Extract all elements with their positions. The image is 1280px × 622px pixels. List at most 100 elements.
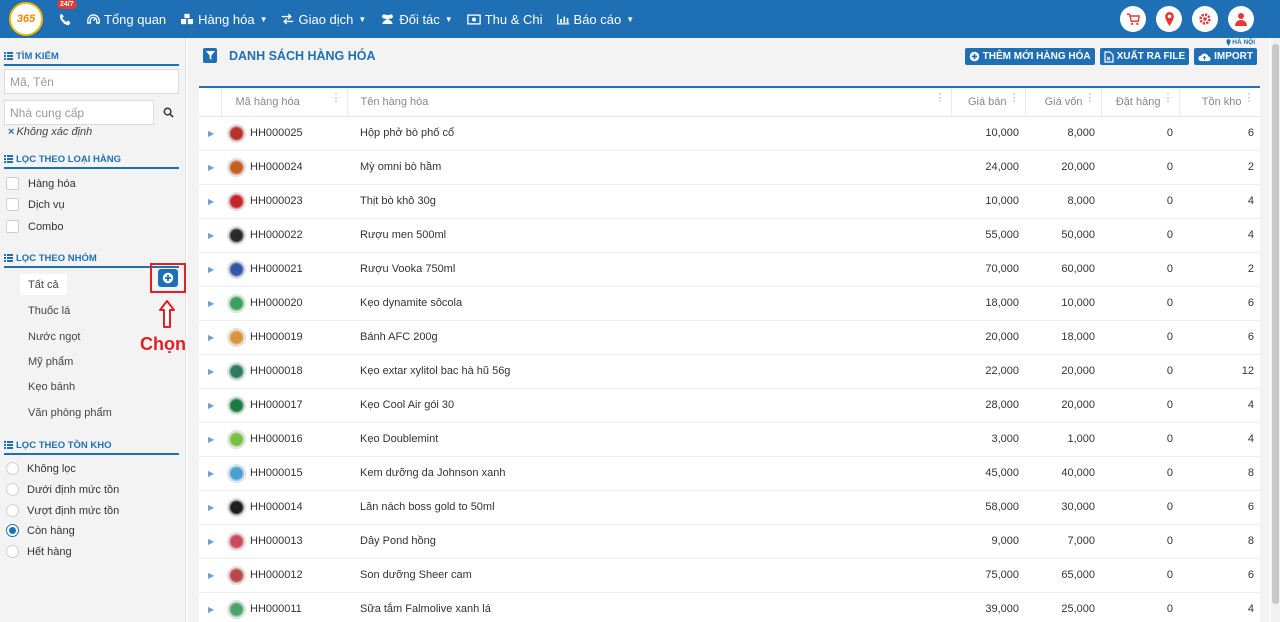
- cart-icon: [1126, 13, 1140, 25]
- column-menu-icon[interactable]: ⋮: [935, 93, 946, 104]
- expand-row-icon[interactable]: ▶: [199, 184, 221, 219]
- settings-button[interactable]: [1192, 6, 1218, 32]
- table-row[interactable]: ▶ HH000022 Rượu men 500ml 55,000 50,000 0 4: [199, 218, 1260, 253]
- nav-partners[interactable]: Đối tác ▼: [374, 0, 460, 38]
- table-row[interactable]: ▶ HH000015 Kem dưỡng da Johnson xanh 45,000…: [199, 456, 1260, 491]
- column-header-price[interactable]: Giá bán ⋮: [951, 88, 1026, 117]
- expand-row-icon[interactable]: ▶: [199, 354, 221, 389]
- sale-price: 22,000: [951, 354, 1025, 389]
- group-item-soft-drinks[interactable]: Nước ngọt: [20, 326, 89, 347]
- type-checkbox-goods[interactable]: Hàng hóa: [6, 177, 76, 190]
- toggle-filter-button[interactable]: [203, 48, 217, 63]
- column-header-ordered[interactable]: Đặt hàng ⋮: [1101, 88, 1180, 117]
- import-button[interactable]: IMPORT: [1194, 48, 1257, 65]
- expand-row-icon[interactable]: ▶: [199, 422, 221, 457]
- expand-row-icon[interactable]: ▶: [199, 150, 221, 185]
- cart-button[interactable]: [1120, 6, 1146, 32]
- table-row[interactable]: ▶ HH000011 Sữa tắm Falmolive xanh lá 39,000…: [199, 592, 1260, 622]
- code-cell: HH000017: [221, 388, 347, 423]
- product-code: HH000012: [250, 569, 303, 581]
- sale-price: 10,000: [951, 116, 1025, 151]
- group-item-candy[interactable]: Kẹo bánh: [20, 376, 83, 397]
- expand-row-icon[interactable]: ▶: [199, 592, 221, 622]
- group-item-cosmetics[interactable]: Mỹ phẩm: [20, 351, 81, 372]
- stock-filter-title: LỌC THEO TỒN KHO: [4, 437, 179, 455]
- type-checkbox-combo[interactable]: Combo: [6, 220, 63, 233]
- nav-cashflow[interactable]: Thu & Chi: [461, 0, 551, 38]
- column-menu-icon[interactable]: ⋮: [331, 93, 342, 104]
- table-row[interactable]: ▶ HH000019 Bánh AFC 200g 20,000 18,000 0 6: [199, 320, 1260, 355]
- column-header-cost[interactable]: Giá vốn ⋮: [1025, 88, 1102, 117]
- expand-row-icon[interactable]: ▶: [199, 116, 221, 151]
- stock-radio-out-of-stock[interactable]: Hết hàng: [6, 545, 72, 558]
- ordered-qty: 0: [1101, 592, 1179, 622]
- code-name-search-input[interactable]: [4, 69, 179, 94]
- region-text: HÀ NỘI: [1232, 39, 1255, 46]
- radio[interactable]: [6, 504, 19, 517]
- table-row[interactable]: ▶ HH000013 Dây Pond hồng 9,000 7,000 0 8: [199, 524, 1260, 559]
- expand-row-icon[interactable]: ▶: [199, 320, 221, 355]
- expand-row-icon[interactable]: ▶: [199, 558, 221, 593]
- checkbox[interactable]: [6, 177, 19, 190]
- location-button[interactable]: [1156, 6, 1182, 32]
- expand-row-icon[interactable]: ▶: [199, 218, 221, 253]
- expand-row-icon[interactable]: ▶: [199, 286, 221, 321]
- nav-reports[interactable]: Báo cáo ▼: [551, 0, 643, 38]
- group-item-tobacco[interactable]: Thuốc lá: [20, 300, 78, 321]
- expand-row-icon[interactable]: ▶: [199, 252, 221, 287]
- checkbox[interactable]: [6, 198, 19, 211]
- radio[interactable]: [6, 545, 19, 558]
- cost-price: 18,000: [1025, 320, 1101, 355]
- group-item-all[interactable]: Tất cả: [20, 274, 67, 295]
- code-cell-inner: HH000016: [227, 429, 341, 449]
- expand-row-icon[interactable]: ▶: [199, 524, 221, 559]
- type-checkbox-service[interactable]: Dịch vụ: [6, 198, 65, 211]
- unknown-supplier-filter[interactable]: × Không xác định: [8, 126, 92, 138]
- stock-radio-above-max[interactable]: Vượt định mức tồn: [6, 504, 119, 517]
- table-row[interactable]: ▶ HH000021 Rượu Vooka 750ml 70,000 60,000 0 2: [199, 252, 1260, 287]
- column-header-name[interactable]: Tên hàng hóa ⋮: [347, 88, 952, 117]
- checkbox[interactable]: [6, 220, 19, 233]
- product-thumbnail: [227, 259, 246, 279]
- stock-radio-in-stock[interactable]: Còn hàng: [6, 524, 75, 537]
- expand-row-icon[interactable]: ▶: [199, 388, 221, 423]
- radio[interactable]: [6, 483, 19, 496]
- table-row[interactable]: ▶ HH000023 Thịt bò khô 30g 10,000 8,000 0 4: [199, 184, 1260, 219]
- add-group-button[interactable]: [150, 263, 186, 293]
- column-menu-icon[interactable]: ⋮: [1244, 93, 1255, 104]
- table-row[interactable]: ▶ HH000012 Son dưỡng Sheer cam 75,000 65,000…: [199, 558, 1260, 593]
- column-menu-icon[interactable]: ⋮: [1163, 93, 1174, 104]
- nav-transactions[interactable]: Giao dịch ▼: [275, 0, 374, 38]
- stock-radio-no-filter[interactable]: Không lọc: [6, 462, 76, 475]
- column-menu-icon[interactable]: ⋮: [1085, 93, 1096, 104]
- scrollbar-thumb[interactable]: [1272, 44, 1279, 604]
- table-row[interactable]: ▶ HH000020 Kẹo dynamite sôcola 18,000 10,000…: [199, 286, 1260, 321]
- expand-row-icon[interactable]: ▶: [199, 456, 221, 491]
- cloud-upload-icon: [1198, 53, 1211, 61]
- radio[interactable]: [6, 462, 19, 475]
- export-file-button[interactable]: XUẤT RA FILE: [1099, 48, 1190, 65]
- table-row[interactable]: ▶ HH000025 Hộp phở bò phố cổ 10,000 8,000 0 6: [199, 116, 1260, 151]
- column-menu-icon[interactable]: ⋮: [1009, 93, 1020, 104]
- nav-products[interactable]: Hàng hóa ▼: [174, 0, 275, 38]
- add-product-button[interactable]: THÊM MỚI HÀNG HÓA: [964, 48, 1095, 65]
- table-row[interactable]: ▶ HH000024 Mỳ omni bò hầm 24,000 20,000 0 2: [199, 150, 1260, 185]
- column-header-code[interactable]: Mã hàng hóa ⋮: [221, 88, 348, 117]
- column-header-label: Mã hàng hóa: [235, 95, 300, 108]
- checkbox-label: Combo: [28, 220, 64, 233]
- table-row[interactable]: ▶ HH000016 Kẹo Doublemint 3,000 1,000 0 4: [199, 422, 1260, 457]
- app-logo[interactable]: 365: [9, 2, 43, 36]
- table-row[interactable]: ▶ HH000018 Kẹo extar xylitol bac hà hũ 56g…: [199, 354, 1260, 389]
- table-row[interactable]: ▶ HH000017 Kẹo Cool Air gói 30 28,000 20,000…: [199, 388, 1260, 423]
- table-row[interactable]: ▶ HH000014 Lăn nách boss gold to 50ml 58,00…: [199, 490, 1260, 525]
- expand-row-icon[interactable]: ▶: [199, 490, 221, 525]
- stock-radio-below-min[interactable]: Dưới định mức tồn: [6, 483, 119, 496]
- radio-selected[interactable]: [6, 524, 19, 537]
- column-header-stock[interactable]: Tồn kho ⋮: [1179, 88, 1260, 117]
- supplier-search-input[interactable]: [4, 100, 154, 125]
- group-item-stationery[interactable]: Văn phòng phẩm: [20, 402, 120, 423]
- user-button[interactable]: [1228, 6, 1254, 32]
- hotline-button[interactable]: 24/7: [55, 0, 77, 29]
- supplier-search-button[interactable]: [157, 100, 179, 125]
- nav-dashboard[interactable]: Tổng quan: [81, 0, 174, 38]
